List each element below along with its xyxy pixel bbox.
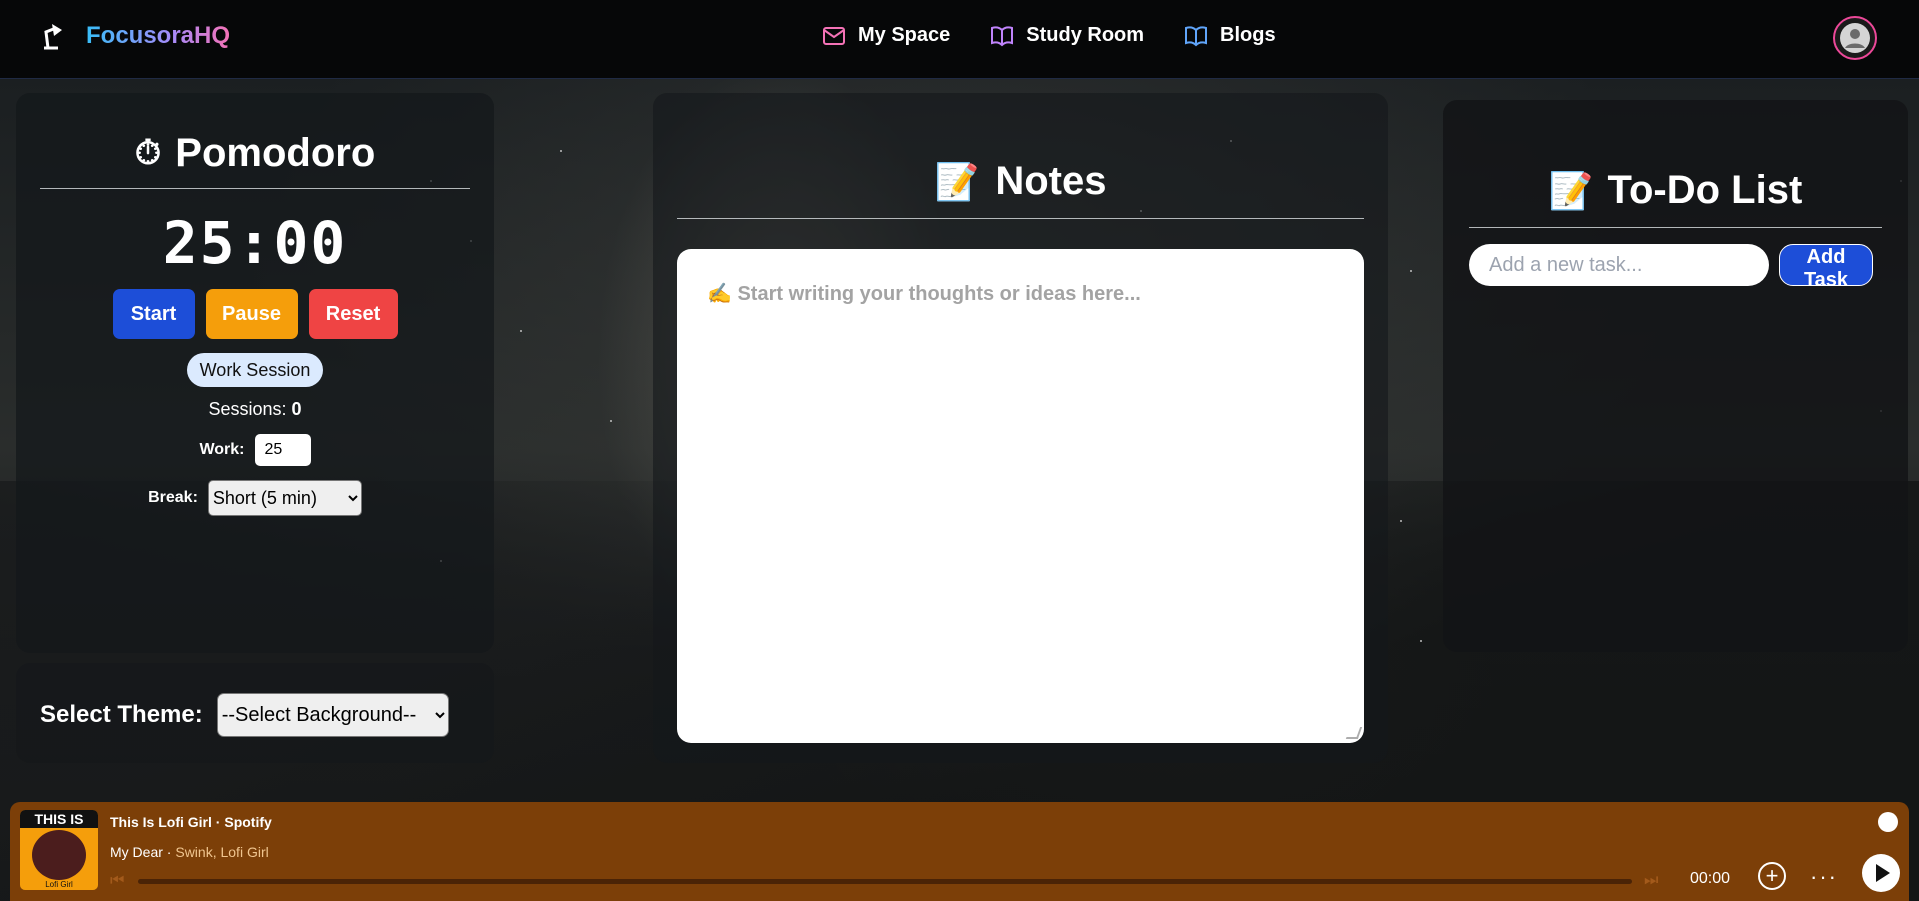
app-logo[interactable]: FocusoraHQ bbox=[38, 20, 230, 52]
memo-icon: 📝 bbox=[1548, 169, 1594, 211]
main-nav: My Space Study Room Blogs bbox=[822, 24, 1276, 47]
book-icon bbox=[1185, 25, 1208, 46]
break-select[interactable]: Short (5 min) bbox=[207, 480, 362, 516]
session-mode-badge: Work Session bbox=[187, 353, 323, 387]
nav-study-room[interactable]: Study Room bbox=[990, 24, 1144, 47]
nav-label: Study Room bbox=[1026, 24, 1145, 46]
lamp-icon bbox=[44, 24, 62, 50]
nav-label: Blogs bbox=[1220, 24, 1276, 46]
nav-my-space[interactable]: My Space bbox=[822, 24, 950, 47]
add-task-button[interactable]: Add Task bbox=[1779, 244, 1873, 291]
theme-card: Select Theme: --Select Background-- bbox=[16, 663, 494, 763]
memo-icon: 📝 bbox=[934, 160, 980, 202]
mail-icon bbox=[823, 26, 845, 45]
track-info[interactable]: My Dear · Swink, Lofi Girl bbox=[110, 844, 269, 860]
new-task-input[interactable]: Add a new task... bbox=[1469, 244, 1769, 286]
brand-name: FocusoraHQ bbox=[86, 22, 231, 49]
playback-time: 00:00 bbox=[1690, 870, 1731, 887]
divider bbox=[40, 188, 470, 189]
next-icon[interactable]: ⏭ bbox=[1644, 872, 1662, 890]
play-button[interactable] bbox=[1862, 854, 1900, 892]
todo-title: 📝 To-Do List bbox=[1548, 168, 1803, 212]
add-icon[interactable]: + bbox=[1758, 862, 1786, 890]
spotify-player: THIS IS Lofi Girl This Is Lofi Girl · Sp… bbox=[10, 802, 1909, 901]
top-navbar: FocusoraHQ My Space Study Room Blogs bbox=[0, 0, 1919, 79]
spotify-icon[interactable] bbox=[1878, 812, 1898, 832]
user-icon bbox=[1840, 23, 1870, 53]
notes-textarea[interactable]: ✍️ Start writing your thoughts or ideas … bbox=[677, 249, 1364, 743]
book-icon bbox=[991, 25, 1014, 46]
nav-blogs[interactable]: Blogs bbox=[1184, 24, 1276, 47]
break-label: Break: bbox=[148, 489, 198, 506]
nav-label: My Space bbox=[858, 24, 951, 46]
cover-art bbox=[32, 830, 86, 880]
pause-button[interactable]: Pause bbox=[205, 289, 298, 339]
add-task-row: Add a new task... Add Task bbox=[1469, 244, 1873, 291]
theme-label: Select Theme: bbox=[40, 701, 203, 728]
playback-progress[interactable] bbox=[138, 879, 1632, 884]
playlist-title[interactable]: This Is Lofi Girl · Spotify bbox=[110, 814, 272, 830]
timer-display: 25:00 bbox=[162, 209, 348, 277]
todo-card: 📝 To-Do List Add a new task... Add Task bbox=[1443, 100, 1908, 652]
work-duration-input[interactable] bbox=[254, 434, 311, 466]
more-icon[interactable]: ··· bbox=[1810, 864, 1838, 890]
timer-controls: Start Pause Reset bbox=[16, 289, 494, 339]
resize-handle[interactable] bbox=[1345, 727, 1363, 739]
start-button[interactable]: Start bbox=[112, 289, 195, 339]
notes-title: 📝 Notes bbox=[934, 159, 1107, 203]
work-label: Work: bbox=[199, 441, 245, 458]
reset-button[interactable]: Reset bbox=[308, 289, 398, 339]
pomodoro-card: ⏱ Pomodoro 25:00 Start Pause Reset Work … bbox=[16, 93, 494, 653]
stopwatch-icon: ⏱ bbox=[134, 134, 162, 172]
divider bbox=[1469, 227, 1882, 228]
user-avatar[interactable] bbox=[1833, 16, 1877, 60]
notes-placeholder: ✍️ Start writing your thoughts or ideas … bbox=[707, 283, 1141, 305]
work-duration-row: Work: bbox=[16, 434, 494, 466]
break-duration-row: Break: Short (5 min) bbox=[16, 480, 494, 516]
theme-select[interactable]: --Select Background-- bbox=[216, 693, 449, 737]
previous-icon[interactable]: ⏮ bbox=[110, 872, 128, 890]
pomodoro-title: ⏱ Pomodoro bbox=[134, 131, 376, 175]
notes-card: 📝 Notes ✍️ Start writing your thoughts o… bbox=[653, 93, 1388, 763]
divider bbox=[677, 218, 1364, 219]
album-cover[interactable]: THIS IS Lofi Girl bbox=[20, 810, 98, 890]
sessions-count: Sessions: 0 bbox=[208, 399, 302, 419]
